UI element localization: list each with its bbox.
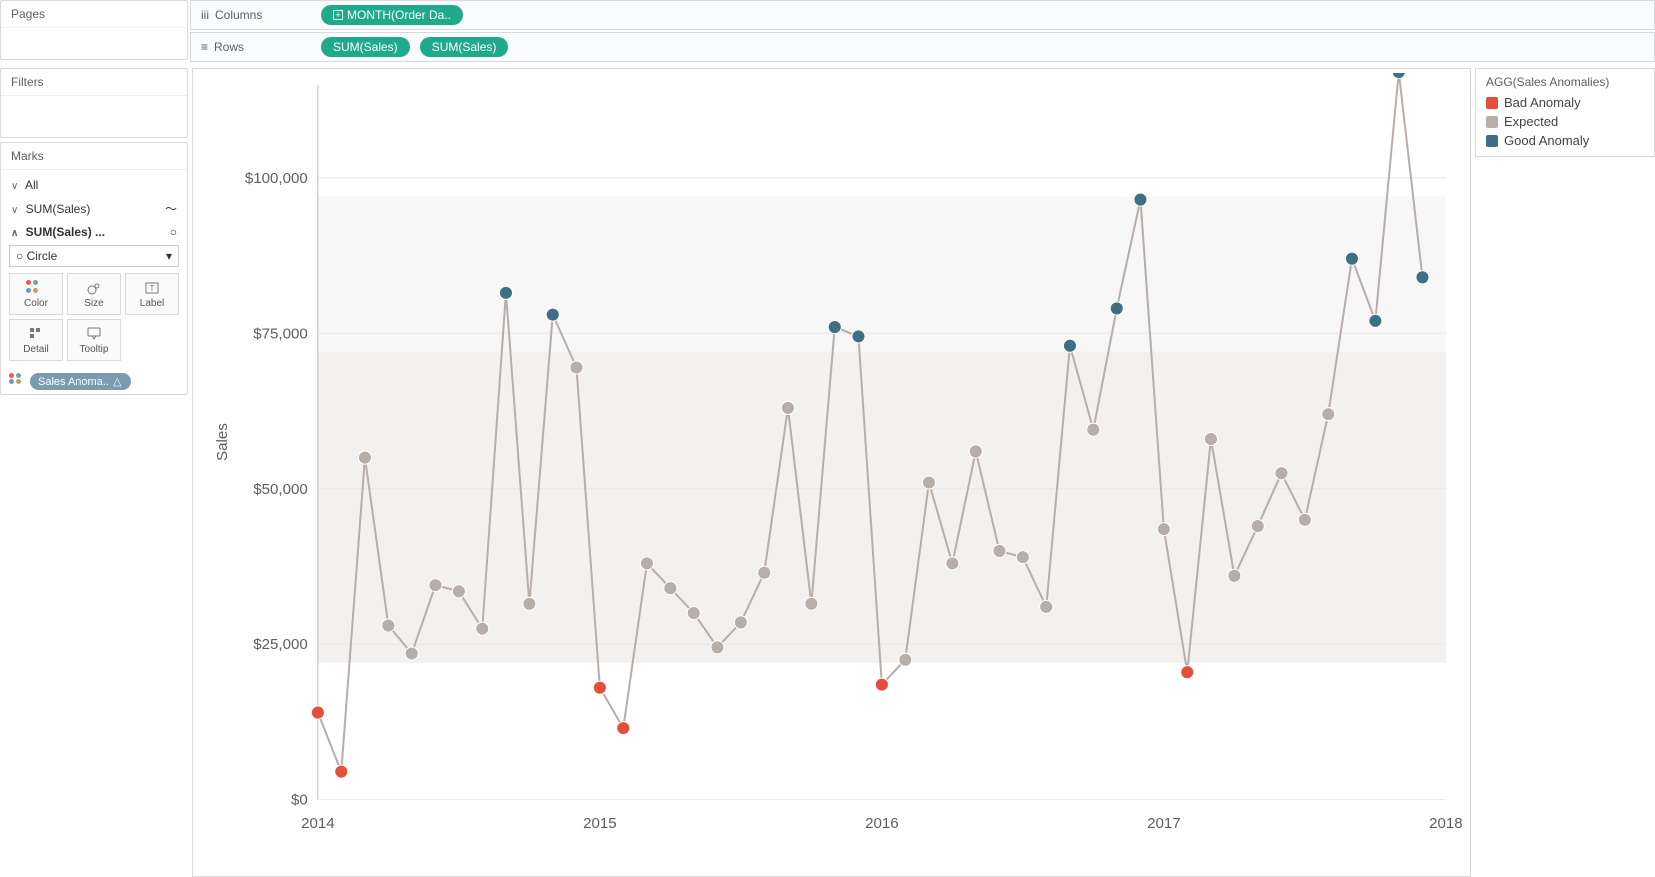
color-pill-sales-anomalies[interactable]: Sales Anoma.. △ [30,373,131,390]
filters-heading: Filters [1,69,187,96]
svg-text:T: T [150,284,155,293]
marks-sum-sales-circle-row[interactable]: ∧ SUM(Sales) ... ○ [9,221,179,243]
legend-item-expected[interactable]: Expected [1486,112,1644,131]
svg-text:2018: 2018 [1429,815,1463,832]
marks-all-row[interactable]: ∨ All [9,174,179,196]
pages-heading: Pages [1,1,187,28]
circle-icon: ○ [16,249,23,263]
swatch-good [1486,135,1498,147]
mark-tooltip-button[interactable]: Tooltip [67,319,121,361]
svg-text:$25,000: $25,000 [253,636,308,653]
mark-size-button[interactable]: Size [67,273,121,315]
legend-item-good[interactable]: Good Anomaly [1486,131,1644,150]
pill-sum-sales-2[interactable]: SUM(Sales) [420,37,509,57]
tooltip-icon [86,326,102,342]
legend-title: AGG(Sales Anomalies) [1486,75,1644,89]
svg-text:$100,000: $100,000 [245,170,308,187]
swatch-bad [1486,97,1498,109]
svg-text:2016: 2016 [865,815,899,832]
label-icon: T [144,280,160,296]
marks-sum-sales-line-row[interactable]: ∨ SUM(Sales) 〜 [9,196,179,221]
filters-card[interactable]: Filters [0,68,188,138]
chart-view[interactable]: $0 $25,000 $50,000 $75,000 $100,000 2014 2015 2… [192,68,1471,877]
columns-shelf[interactable]: iii Columns + MONTH(Order Da.. [190,0,1655,30]
chevron-down-icon: ▾ [166,249,172,263]
marks-card: Marks ∨ All ∨ SUM(Sales) 〜 ∧ SUM(Sales) … [0,142,188,395]
mark-label-button[interactable]: T Label [125,273,179,315]
color-icon [26,280,42,296]
chevron-up-icon: ∧ [11,228,18,239]
svg-text:$0: $0 [291,792,308,809]
rows-shelf[interactable]: ≡ Rows SUM(Sales) SUM(Sales) [190,32,1655,62]
delta-icon: △ [113,375,121,388]
circle-mark-icon: ○ [170,225,177,239]
rows-label: ≡ Rows [201,40,311,54]
expand-icon: + [333,10,343,20]
rows-icon: ≡ [201,40,208,54]
pill-sum-sales-1[interactable]: SUM(Sales) [321,37,410,57]
mark-type-dropdown[interactable]: ○ Circle ▾ [9,245,179,267]
mark-detail-button[interactable]: Detail [9,319,63,361]
svg-text:$50,000: $50,000 [253,481,308,498]
svg-text:2015: 2015 [583,815,617,832]
color-icon [9,373,22,384]
svg-text:$75,000: $75,000 [253,325,308,342]
detail-icon [28,326,44,342]
columns-label: iii Columns [201,8,311,22]
legend-card[interactable]: AGG(Sales Anomalies) Bad Anomaly Expecte… [1475,68,1655,157]
legend-item-bad[interactable]: Bad Anomaly [1486,93,1644,112]
svg-text:2014: 2014 [301,815,335,832]
svg-text:Sales: Sales [214,423,231,461]
marks-heading: Marks [1,143,187,170]
pages-card[interactable]: Pages [0,0,188,60]
mark-color-button[interactable]: Color [9,273,63,315]
svg-text:2017: 2017 [1147,815,1181,832]
size-icon [86,280,102,296]
pill-month-order-date[interactable]: + MONTH(Order Da.. [321,5,463,25]
line-mark-icon: 〜 [165,200,177,217]
columns-icon: iii [201,8,209,22]
chart-svg: $0 $25,000 $50,000 $75,000 $100,000 2014 2015 2… [197,73,1466,872]
swatch-expected [1486,116,1498,128]
chevron-down-icon: ∨ [11,181,18,192]
chevron-down-icon: ∨ [11,205,18,216]
